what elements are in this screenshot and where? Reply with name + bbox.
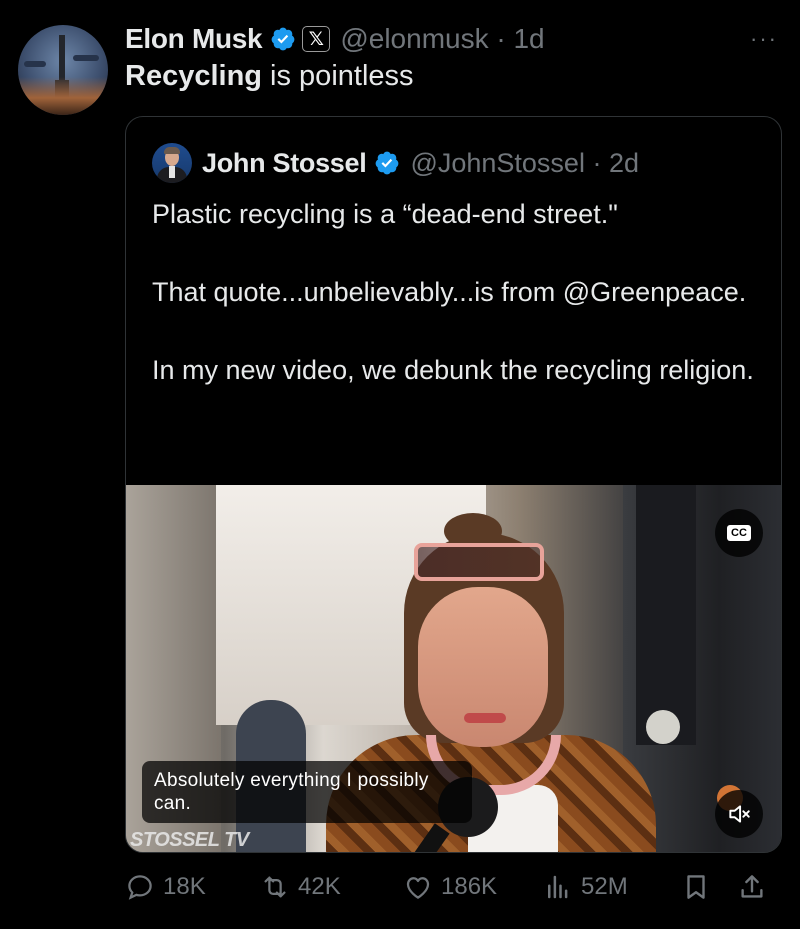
avatar-cloud <box>73 55 99 61</box>
video-person-sunglasses <box>414 543 544 581</box>
repost-icon <box>264 876 286 898</box>
avatar-shirt <box>169 166 175 178</box>
like-button[interactable]: 186K <box>403 866 497 908</box>
verified-icon <box>376 151 399 175</box>
avatar-cloud <box>24 61 46 67</box>
action-bar: 18K 42K 186K 52M <box>125 866 775 908</box>
video-person-face <box>418 587 548 747</box>
quoted-text: Plastic recycling is a “dead-end street.… <box>152 195 762 390</box>
share-button[interactable] <box>737 866 775 908</box>
more-icon[interactable]: ··· <box>750 26 778 52</box>
tweet-text: Recycling is pointless <box>125 60 414 93</box>
like-count: 186K <box>441 873 498 900</box>
author-handle[interactable]: @elonmusk · 1d <box>340 23 544 55</box>
quoted-text-body: Plastic recycling is a “dead-end street.… <box>152 199 754 385</box>
x-affiliation-badge: 𝕏 <box>302 26 331 52</box>
tweet-rest: is pointless <box>262 60 414 92</box>
video-caption: Absolutely everything I possibly can. <box>142 761 472 823</box>
quoted-avatar[interactable] <box>152 143 192 183</box>
reply-count: 18K <box>163 873 206 900</box>
heart-icon <box>406 877 430 899</box>
quoted-author-handle[interactable]: @JohnStossel · 2d <box>410 148 639 179</box>
quoted-tweet[interactable]: John Stossel @JohnStossel · 2d Plastic r… <box>125 116 782 853</box>
author-name[interactable]: Elon Musk <box>125 23 263 55</box>
video-building <box>636 485 696 745</box>
tweet-bold-word: Recycling <box>125 60 262 92</box>
tweet-header: Elon Musk 𝕏 @elonmusk · 1d <box>125 20 545 58</box>
quoted-handle-text: @JohnStossel <box>410 147 585 178</box>
cc-icon: CC <box>727 525 751 541</box>
author-handle-text: @elonmusk <box>340 23 489 54</box>
reply-icon <box>128 875 152 900</box>
verified-icon <box>271 27 295 51</box>
quoted-time[interactable]: 2d <box>609 148 639 178</box>
author-avatar[interactable] <box>18 25 108 115</box>
video-light <box>646 710 680 744</box>
repost-button[interactable]: 42K <box>260 866 341 908</box>
tweet-time[interactable]: 1d <box>513 23 544 54</box>
video-player[interactable]: CC Absolutely everything I possibly can.… <box>126 485 781 852</box>
bookmark-button[interactable] <box>681 866 719 908</box>
reply-button[interactable]: 18K <box>125 866 206 908</box>
volume-muted-icon <box>729 805 750 823</box>
analytics-icon <box>548 875 568 899</box>
avatar-hair <box>164 147 180 154</box>
bookmark-icon <box>687 875 705 899</box>
video-watermark: STOSSEL TV <box>130 829 249 851</box>
view-count: 52M <box>581 873 628 900</box>
quoted-header: John Stossel @JohnStossel · 2d <box>152 143 639 183</box>
quoted-author-name[interactable]: John Stossel <box>202 148 367 179</box>
share-icon <box>741 875 763 898</box>
video-person-lips <box>464 713 506 723</box>
views-button[interactable]: 52M <box>543 866 628 908</box>
mute-button[interactable] <box>715 790 763 838</box>
avatar-horizon <box>18 77 108 115</box>
captions-button[interactable]: CC <box>715 509 763 557</box>
repost-count: 42K <box>298 873 341 900</box>
